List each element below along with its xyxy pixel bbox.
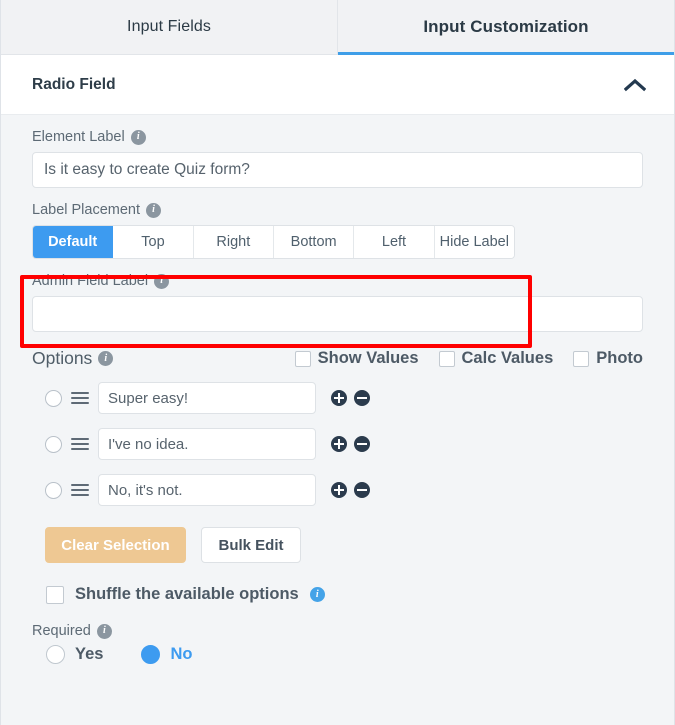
admin-field-label-text: Admin Field Label: [32, 273, 149, 289]
placement-option-left-label: Left: [381, 234, 407, 250]
required-option-no[interactable]: No: [141, 645, 192, 664]
admin-field-label-field: Admin Field Label i: [1, 259, 674, 332]
info-icon[interactable]: i: [146, 202, 162, 218]
required-no-label: No: [170, 645, 193, 663]
bulk-edit-label: Bulk Edit: [218, 536, 284, 554]
placement-option-hide-label[interactable]: Hide Label: [434, 226, 514, 258]
tab-input-customization[interactable]: Input Customization: [338, 0, 674, 55]
options-section: Options i Show Values Calc Values Photo …: [1, 332, 674, 664]
checkbox-calc-values-box[interactable]: [438, 350, 455, 367]
info-icon-blue[interactable]: i: [309, 587, 325, 602]
required-radio-group: Yes No: [20, 645, 655, 664]
tab-input-fields[interactable]: Input Fields: [1, 0, 338, 54]
required-caption: Required i: [20, 604, 655, 645]
placement-option-left[interactable]: Left: [354, 226, 435, 258]
option-input[interactable]: [98, 428, 316, 460]
shuffle-checkbox-box[interactable]: [46, 585, 64, 604]
options-header: Options i Show Values Calc Values Photo: [20, 332, 655, 375]
placement-option-right-label: Right: [216, 234, 251, 250]
element-label-caption: Element Label i: [20, 115, 655, 152]
checkbox-calc-values[interactable]: Calc Values: [438, 349, 554, 368]
label-placement-field: Label Placement i Default Top Right Bott…: [1, 188, 674, 348]
option-radio[interactable]: [45, 435, 62, 453]
plus-circle-icon[interactable]: [331, 482, 347, 498]
option-radio[interactable]: [45, 481, 62, 499]
admin-field-label-input-wrap: [20, 296, 655, 332]
placement-option-default-label: Default: [48, 234, 98, 250]
minus-circle-icon[interactable]: [354, 482, 370, 498]
option-radio[interactable]: [45, 389, 62, 407]
options-actions: Clear Selection Bulk Edit: [20, 513, 655, 563]
checkbox-photo[interactable]: Photo: [573, 349, 643, 368]
placement-option-default[interactable]: Default: [33, 226, 114, 258]
placement-option-right[interactable]: Right: [193, 226, 274, 258]
required-label: Required: [32, 623, 91, 639]
placement-option-bottom[interactable]: Bottom: [273, 226, 355, 258]
tab-input-customization-label: Input Customization: [423, 17, 589, 36]
drag-handle-icon[interactable]: [71, 438, 89, 450]
required-yes-radio[interactable]: [46, 645, 65, 664]
element-label-input[interactable]: [32, 152, 643, 188]
option-input[interactable]: [98, 474, 316, 506]
placement-option-hide-label-label: Hide Label: [439, 234, 509, 250]
input-customization-panel: Input Fields Input Customization Radio F…: [0, 0, 675, 725]
checkbox-photo-label: Photo: [596, 349, 643, 367]
checkbox-calc-values-label: Calc Values: [461, 349, 554, 367]
placement-option-top-label: Top: [141, 234, 165, 250]
options-toggle-group: Show Values Calc Values Photo: [294, 349, 655, 368]
clear-selection-button[interactable]: Clear Selection: [45, 527, 186, 563]
element-label-input-wrap: [20, 152, 655, 188]
panel-body: Element Label i Label Placement i Defaul…: [1, 115, 674, 724]
panel-header[interactable]: Radio Field: [1, 55, 674, 115]
admin-field-label-input[interactable]: [32, 296, 643, 332]
plus-circle-icon[interactable]: [331, 390, 347, 406]
drag-handle-icon[interactable]: [71, 392, 89, 404]
label-placement-text: Label Placement: [32, 202, 141, 218]
info-icon[interactable]: i: [98, 351, 114, 366]
options-label: Options: [32, 348, 93, 368]
bulk-edit-button[interactable]: Bulk Edit: [201, 527, 301, 563]
shuffle-label: Shuffle the available options: [75, 585, 299, 603]
page-title: Radio Field: [32, 75, 116, 93]
label-placement-button-group: Default Top Right Bottom Left Hide Label: [32, 225, 515, 259]
required-no-radio[interactable]: [141, 645, 161, 664]
drag-handle-icon[interactable]: [71, 484, 89, 496]
shuffle-options-checkbox[interactable]: Shuffle the available options i: [20, 563, 655, 604]
minus-circle-icon[interactable]: [354, 436, 370, 452]
tab-input-fields-label: Input Fields: [127, 18, 211, 35]
clear-selection-label: Clear Selection: [61, 536, 170, 554]
option-input[interactable]: [98, 382, 316, 414]
label-placement-caption: Label Placement i: [20, 188, 655, 225]
placement-option-bottom-label: Bottom: [290, 234, 337, 250]
options-caption: Options i: [32, 348, 114, 369]
element-label-field: Element Label i: [1, 115, 674, 188]
minus-circle-icon[interactable]: [354, 390, 370, 406]
checkbox-show-values[interactable]: Show Values: [294, 349, 419, 368]
checkbox-show-values-label: Show Values: [317, 349, 419, 367]
option-actions: [331, 436, 370, 452]
option-row: [20, 421, 655, 467]
option-actions: [331, 390, 370, 406]
info-icon[interactable]: i: [130, 129, 146, 145]
required-yes-label: Yes: [75, 645, 104, 663]
element-label-text: Element Label: [32, 129, 125, 145]
info-icon[interactable]: i: [154, 273, 170, 289]
option-row: [20, 375, 655, 421]
info-icon[interactable]: i: [96, 623, 112, 639]
required-option-yes[interactable]: Yes: [46, 645, 103, 664]
placement-option-top[interactable]: Top: [113, 226, 194, 258]
chevron-up-icon[interactable]: [624, 78, 646, 92]
plus-circle-icon[interactable]: [331, 436, 347, 452]
checkbox-show-values-box[interactable]: [294, 350, 311, 367]
option-actions: [331, 482, 370, 498]
option-row: [20, 467, 655, 513]
admin-field-label-caption: Admin Field Label i: [20, 259, 655, 296]
tab-bar: Input Fields Input Customization: [1, 0, 674, 55]
checkbox-photo-box[interactable]: [573, 350, 590, 367]
